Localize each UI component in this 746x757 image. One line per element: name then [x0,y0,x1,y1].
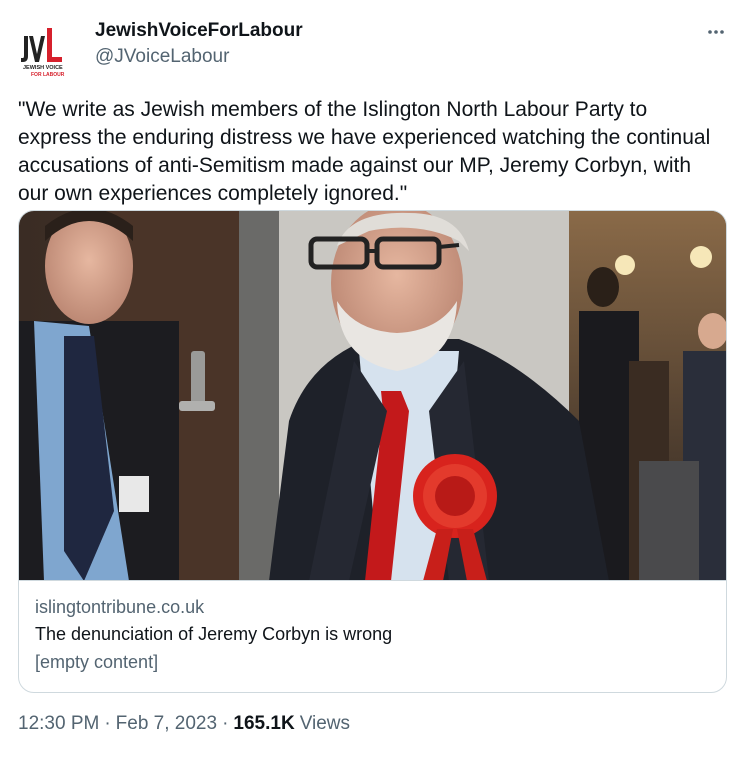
author-handle[interactable]: @JVoiceLabour [95,46,229,68]
jvl-logo-icon: JEWISH VOICE FOR LABOUR [18,22,80,84]
link-card[interactable]: islingtontribune.co.uk The denunciation … [18,210,727,693]
views-count: 165.1K [233,713,295,734]
more-options-button[interactable] [700,16,732,48]
tweet-text: "We write as Jewish members of the Islin… [18,98,717,205]
card-photo [19,211,726,580]
card-title: The denunciation of Jeremy Corbyn is wro… [35,624,393,644]
timestamp-time[interactable]: 12:30 PM [18,713,99,735]
author-display-name[interactable]: JewishVoiceForLabour [95,20,303,42]
meta-separator: · [222,713,229,734]
views-label: Views [299,713,351,734]
avatar[interactable]: JEWISH VOICE FOR LABOUR [18,22,80,84]
tweet-meta: 12:30 PM · Feb 7, 2023 · 165.1K Views [18,713,350,735]
svg-text:JEWISH VOICE: JEWISH VOICE [23,65,63,71]
card-domain: islingtontribune.co.uk [35,597,205,617]
meta-separator: · [104,713,111,734]
timestamp-date[interactable]: Feb 7, 2023 [116,713,217,735]
card-description: [empty content] [35,652,159,672]
card-image [19,211,726,581]
more-horizontal-icon [708,30,724,34]
tweet-container: JEWISH VOICE FOR LABOUR JewishVoiceForLa… [0,0,746,757]
svg-text:FOR LABOUR: FOR LABOUR [31,72,65,78]
